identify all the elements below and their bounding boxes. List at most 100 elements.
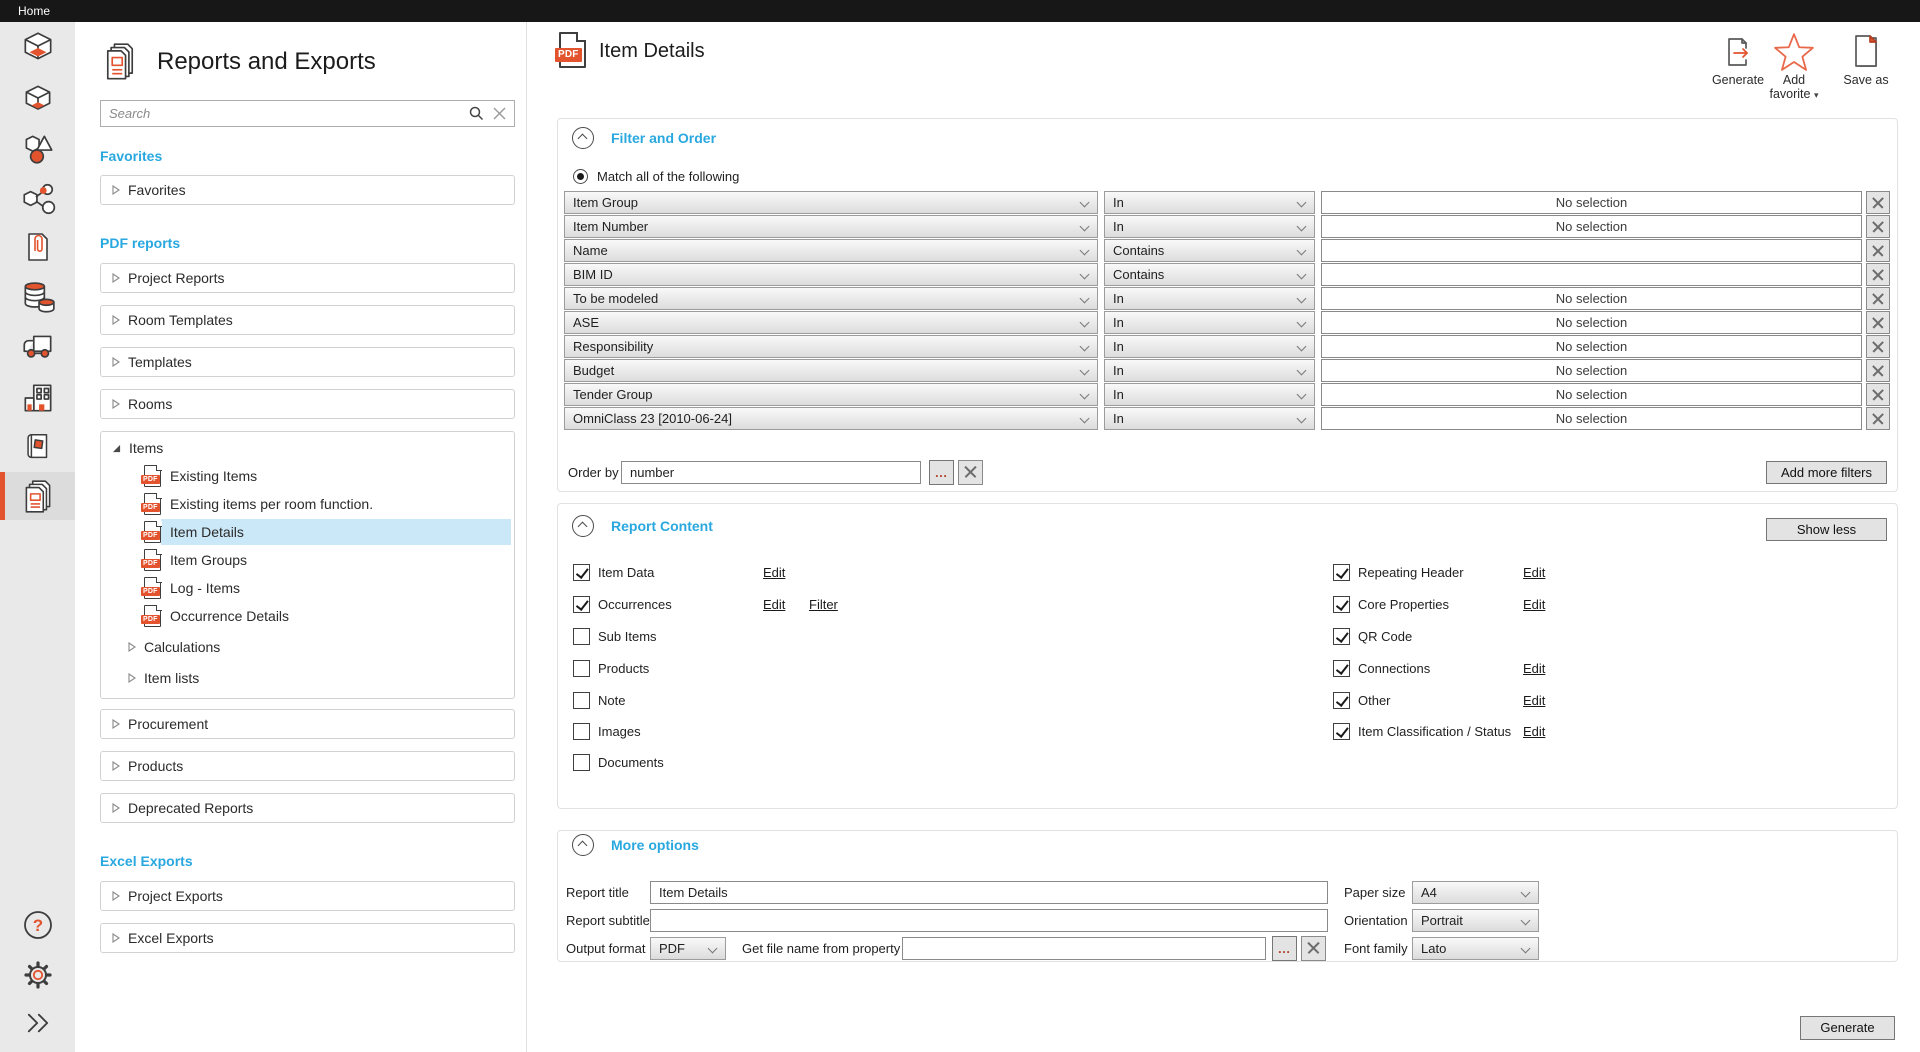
remove-filter-button[interactable] [1866,335,1890,358]
tree-item-items[interactable]: Items [101,434,514,462]
order-by-input[interactable] [622,462,920,483]
tree-item-excel-exports[interactable]: Excel Exports [100,923,515,953]
item-classification-status-checkbox[interactable] [1333,723,1350,740]
rail-room-planning-icon[interactable] [0,23,75,71]
filter-value-selector[interactable]: No selection [1321,335,1862,358]
remove-filter-button[interactable] [1866,215,1890,238]
filter-value-selector[interactable]: No selection [1321,191,1862,214]
add-more-filters-button[interactable]: Add more filters [1766,461,1887,484]
tree-item-project-reports[interactable]: Project Reports [100,263,515,293]
tree-report-existing-items-per-room-function[interactable]: PDF Existing items per room function. [101,490,514,518]
filter-operator-select[interactable]: In [1104,407,1315,430]
filter-operator-select[interactable]: In [1104,335,1315,358]
output-format-select[interactable]: PDF [650,937,726,960]
repeating-header-checkbox[interactable] [1333,564,1350,581]
tree-item-rooms[interactable]: Rooms [100,389,515,419]
filter-field-select[interactable]: Name [564,239,1098,262]
edit-link[interactable]: Edit [1523,658,1545,680]
filter-value-text[interactable] [1322,240,1861,261]
tree-report-occurrence-details[interactable]: PDF Occurrence Details [101,602,514,630]
rail-settings-icon[interactable] [0,951,75,999]
qr-code-checkbox[interactable] [1333,628,1350,645]
match-all-radio[interactable] [573,169,588,184]
filter-operator-select[interactable]: Contains [1104,239,1315,262]
tree-item-project-exports[interactable]: Project Exports [100,881,515,911]
save-as-toolbar-button[interactable]: Save as [1835,34,1897,87]
tree-item-templates[interactable]: Templates [100,347,515,377]
tree-item-products[interactable]: Products [100,751,515,781]
rail-objects-icon[interactable] [0,125,75,173]
clear-search-icon[interactable] [493,107,506,120]
tree-item-deprecated-reports[interactable]: Deprecated Reports [100,793,515,823]
core-properties-checkbox[interactable] [1333,596,1350,613]
tree-report-item-groups[interactable]: PDF Item Groups [101,546,514,574]
filter-value-selector[interactable]: No selection [1321,287,1862,310]
rail-catalog-icon[interactable] [0,423,75,471]
tree-item-favorites[interactable]: Favorites [100,175,515,205]
filter-field-select[interactable]: Item Group [564,191,1098,214]
rail-building-icon[interactable] [0,374,75,422]
filter-value-selector[interactable]: No selection [1321,215,1862,238]
filter-field-select[interactable]: OmniClass 23 [2010-06-24] [564,407,1098,430]
edit-link[interactable]: Edit [1523,562,1545,584]
generate-button[interactable]: Generate [1800,1016,1895,1040]
order-by-browse-button[interactable]: … [929,460,954,485]
rail-help-icon[interactable]: ? [0,901,75,949]
filter-field-select[interactable]: ASE [564,311,1098,334]
collapse-section-icon[interactable] [572,834,594,856]
filter-value-selector[interactable]: No selection [1321,407,1862,430]
rail-room-setup-icon[interactable] [0,75,75,123]
rail-connections-icon[interactable] [0,175,75,223]
other-checkbox[interactable] [1333,692,1350,709]
filter-operator-select[interactable]: In [1104,311,1315,334]
tree-item-calculations[interactable]: Calculations [101,633,514,661]
report-subtitle-input[interactable] [651,910,1327,931]
tree-item-room-templates[interactable]: Room Templates [100,305,515,335]
tree-item-item-lists[interactable]: Item lists [101,664,514,692]
filter-field-select[interactable]: Item Number [564,215,1098,238]
search-icon[interactable] [469,106,484,121]
report-title-input[interactable] [651,882,1327,903]
documents-checkbox[interactable] [573,754,590,771]
remove-filter-button[interactable] [1866,311,1890,334]
tree-report-log-items[interactable]: PDF Log - Items [101,574,514,602]
orientation-select[interactable]: Portrait [1412,909,1539,932]
filter-field-select[interactable]: BIM ID [564,263,1098,286]
add-favorite-toolbar-button[interactable]: Add favorite ▾ [1758,34,1830,102]
remove-filter-button[interactable] [1866,191,1890,214]
rail-reports-icon[interactable] [0,472,75,520]
remove-filter-button[interactable] [1866,359,1890,382]
edit-link[interactable]: Edit [1523,721,1545,743]
show-less-button[interactable]: Show less [1766,518,1887,541]
collapse-section-icon[interactable] [572,127,594,149]
tree-item-procurement[interactable]: Procurement [100,709,515,739]
file-name-browse-button[interactable]: … [1272,936,1297,961]
remove-filter-button[interactable] [1866,383,1890,406]
file-name-property-input[interactable] [903,938,1265,959]
remove-filter-button[interactable] [1866,407,1890,430]
collapse-section-icon[interactable] [572,515,594,537]
filter-operator-select[interactable]: Contains [1104,263,1315,286]
filter-field-select[interactable]: Budget [564,359,1098,382]
connections-checkbox[interactable] [1333,660,1350,677]
font-family-select[interactable]: Lato [1412,937,1539,960]
tree-report-item-details[interactable]: PDF Item Details [101,518,514,546]
rail-logistics-icon[interactable] [0,323,75,371]
rail-expand-icon[interactable] [0,999,75,1047]
rail-data-icon[interactable] [0,273,75,321]
filter-value-selector[interactable]: No selection [1321,359,1862,382]
filter-operator-select[interactable]: In [1104,359,1315,382]
filter-field-select[interactable]: Tender Group [564,383,1098,406]
home-menu[interactable]: Home [0,0,50,22]
filter-operator-select[interactable]: In [1104,383,1315,406]
clear-file-name-button[interactable] [1301,936,1326,961]
remove-filter-button[interactable] [1866,263,1890,286]
search-input[interactable] [101,101,514,126]
paper-size-select[interactable]: A4 [1412,881,1539,904]
filter-operator-select[interactable]: In [1104,191,1315,214]
filter-operator-select[interactable]: In [1104,287,1315,310]
filter-value-text[interactable] [1322,264,1861,285]
clear-order-by-button[interactable] [958,460,983,485]
remove-filter-button[interactable] [1866,239,1890,262]
filter-field-select[interactable]: Responsibility [564,335,1098,358]
